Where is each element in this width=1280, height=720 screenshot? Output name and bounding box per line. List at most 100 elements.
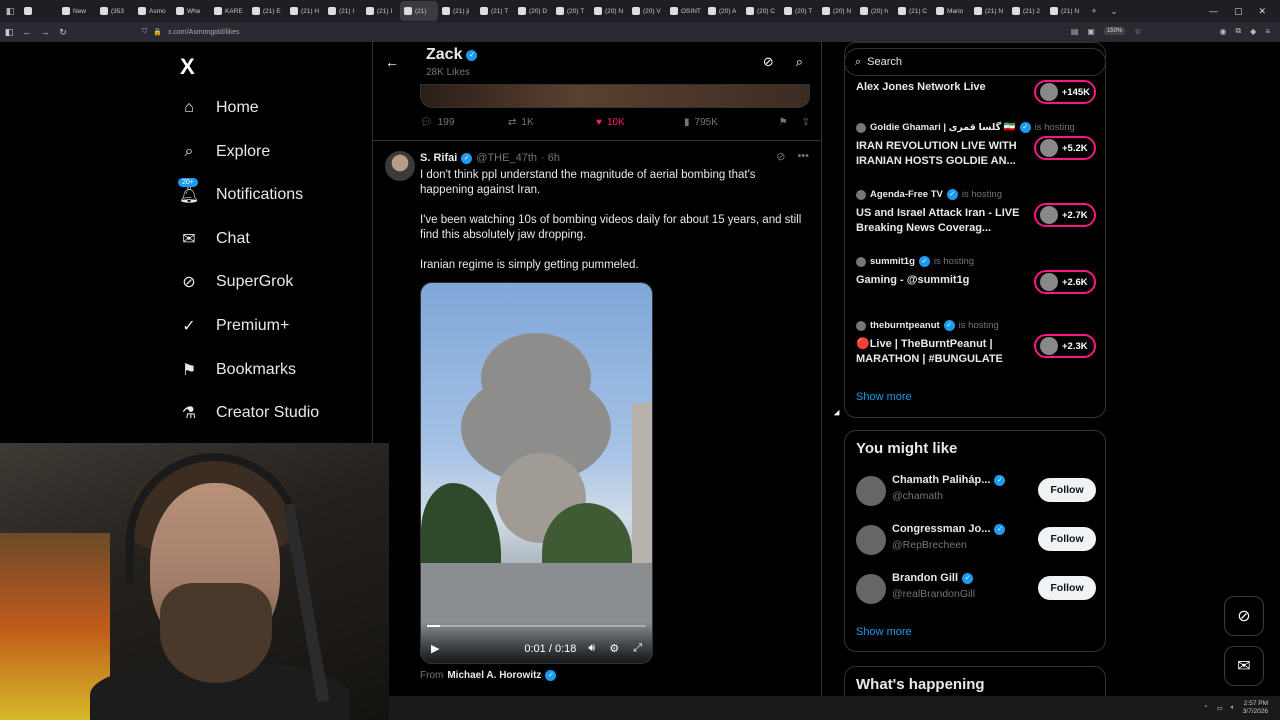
browser-tab[interactable]: (21) T <box>476 1 514 21</box>
volume-icon[interactable]: 🔈︎ <box>1231 704 1235 712</box>
nav-item-explore[interactable]: ⌕ Explore <box>178 134 271 170</box>
tweet-video[interactable]: ▶ 0:01 / 0:18 🔊︎ ⚙ ⤢ <box>420 282 653 664</box>
browser-tab[interactable]: New <box>58 1 96 21</box>
picture-icon[interactable]: ▣ <box>1087 27 1095 36</box>
tab-list-icon[interactable]: ◧ <box>0 6 20 17</box>
bookmark-icon[interactable]: ⚑ <box>779 117 788 128</box>
live-listener-pill[interactable]: +2.6K <box>1034 270 1096 294</box>
like-button[interactable]: ♥ 10K <box>596 117 684 128</box>
browser-tab[interactable]: (21) C <box>894 1 932 21</box>
share-icon[interactable]: ⇪ <box>802 117 810 128</box>
browser-tab[interactable]: (20) h <box>856 1 894 21</box>
avatar[interactable] <box>856 525 886 555</box>
search-input[interactable]: ⌕ Search <box>844 48 1106 76</box>
back-arrow-icon[interactable]: ← <box>385 54 399 70</box>
author-name[interactable]: S. Rifai <box>420 152 457 164</box>
grok-float-button[interactable]: ⊘ <box>1224 596 1264 636</box>
extensions-icon[interactable]: ⧉ <box>1235 26 1241 36</box>
browser-tab[interactable]: (21) N <box>1046 1 1084 21</box>
address-bar[interactable]: ⛉ 🔒 x.com/Asmongold/likes <box>142 28 240 36</box>
browser-tab[interactable]: (21) N <box>970 1 1008 21</box>
follow-button[interactable]: Follow <box>1038 576 1096 600</box>
follow-button[interactable]: Follow <box>1038 478 1096 502</box>
system-clock[interactable]: 2:57 PM 3/7/2026 <box>1243 700 1268 716</box>
volume-icon[interactable]: 🔊︎ <box>588 642 595 655</box>
network-icon[interactable]: ▭ <box>1217 704 1223 712</box>
minimize-icon[interactable]: — <box>1209 6 1218 16</box>
browser-tab[interactable]: (20) C <box>742 1 780 21</box>
follow-suggestion[interactable]: Congressman Jo... ✓ @RepBrecheen Follow <box>856 523 1096 557</box>
tab-dropdown-icon[interactable]: ⌄ <box>1104 6 1124 17</box>
repost-button[interactable]: ⇄ 1K <box>508 117 596 128</box>
account-icon[interactable]: ◉ <box>1219 27 1226 36</box>
browser-tab[interactable]: Whe <box>172 1 210 21</box>
grok-icon[interactable]: ⊘ <box>763 54 774 70</box>
browser-tab[interactable]: (20) D <box>514 1 552 21</box>
show-more-link[interactable]: Show more <box>856 626 912 638</box>
back-icon[interactable]: ← <box>18 27 36 37</box>
browser-tab[interactable]: (21) <box>400 1 438 21</box>
video-progress-bar[interactable] <box>427 625 646 627</box>
browser-tab[interactable]: (353 <box>96 1 134 21</box>
browser-tab[interactable]: (20) N <box>818 1 856 21</box>
follow-suggestion[interactable]: Chamath Paliháp... ✓ @chamath Follow <box>856 474 1096 508</box>
live-item[interactable]: Alex Jones Network Live +145K <box>856 80 1096 104</box>
avatar[interactable] <box>856 574 886 604</box>
live-item[interactable]: theburntpeanut ✓ is hosting 🔴Live | TheBurn… <box>856 320 1096 370</box>
tweet-time[interactable]: · 6h <box>541 152 560 164</box>
source-author[interactable]: Michael A. Horowitz <box>447 670 541 681</box>
star-icon[interactable]: ☆ <box>1134 27 1141 36</box>
more-icon[interactable]: ••• <box>797 150 809 163</box>
x-logo[interactable]: X <box>180 54 195 80</box>
tray-chevron-icon[interactable]: ⌃ <box>1203 704 1208 712</box>
author-handle[interactable]: @THE_47th <box>476 152 537 164</box>
browser-tab[interactable]: (20) T <box>780 1 818 21</box>
browser-tab[interactable]: (21) I <box>324 1 362 21</box>
maximize-icon[interactable]: ▢ <box>1234 6 1243 17</box>
browser-tab[interactable]: (20) A <box>704 1 742 21</box>
reload-icon[interactable]: ↻ <box>54 27 72 38</box>
follow-suggestion[interactable]: Brandon Gill ✓ @realBrandonGill Follow <box>856 572 1096 606</box>
settings-icon[interactable]: ⚙ <box>609 642 619 655</box>
browser-tab[interactable]: Asmo <box>134 1 172 21</box>
live-listener-pill[interactable]: +145K <box>1034 80 1096 104</box>
browser-tab[interactable]: (21) ji <box>438 1 476 21</box>
search-icon[interactable]: ⌕ <box>796 54 803 70</box>
browser-tab[interactable]: Mario <box>932 1 970 21</box>
browser-tab[interactable]: (21) H <box>286 1 324 21</box>
browser-tab[interactable]: (21) I <box>362 1 400 21</box>
url-text[interactable]: x.com/Asmongold/likes <box>168 29 240 36</box>
menu-icon[interactable]: ≡ <box>1265 27 1270 36</box>
previous-tweet-media[interactable] <box>420 84 810 108</box>
nav-item-bookmarks[interactable]: ⚑ Bookmarks <box>178 352 296 388</box>
browser-tab[interactable]: (20) N <box>590 1 628 21</box>
forward-icon[interactable]: → <box>36 27 54 37</box>
nav-item-chat[interactable]: ✉ Chat <box>178 221 250 257</box>
extension-icon[interactable]: ◆ <box>1250 27 1256 36</box>
browser-tab[interactable]: (20) V <box>628 1 666 21</box>
browser-tab[interactable]: (21) 2 <box>1008 1 1046 21</box>
live-item[interactable]: Goldie Ghamari | گلسا قمری 🇮🇷 ✓ is hosting… <box>856 122 1096 172</box>
nav-item-home[interactable]: ⌂ Home <box>178 90 259 126</box>
browser-tab[interactable]: OSINT <box>666 1 704 21</box>
reader-icon[interactable]: ▤ <box>1071 27 1079 36</box>
author-avatar[interactable] <box>385 151 415 181</box>
follow-button[interactable]: Follow <box>1038 527 1096 551</box>
sidebar-toggle-icon[interactable]: ◧ <box>0 27 18 38</box>
reply-button[interactable]: 💬︎ 199 <box>420 117 508 128</box>
nav-item-creator-studio[interactable]: ⚗ Creator Studio <box>178 395 319 431</box>
nav-item-premium[interactable]: ✓ Premium+ <box>178 308 289 344</box>
live-item[interactable]: Agenda-Free TV ✓ is hosting US and Israel A… <box>856 189 1096 239</box>
close-icon[interactable]: ✕ <box>1258 6 1266 17</box>
new-tab-icon[interactable]: + <box>1084 6 1104 16</box>
fullscreen-icon[interactable]: ⤢ <box>633 642 642 655</box>
show-more-link[interactable]: Show more <box>856 391 912 403</box>
nav-item-notifications[interactable]: 🔔︎ 20+ Notifications <box>178 177 303 213</box>
live-listener-pill[interactable]: +2.3K <box>1034 334 1096 358</box>
play-icon[interactable]: ▶ <box>431 642 439 655</box>
avatar[interactable] <box>856 476 886 506</box>
browser-tab[interactable]: KARE <box>210 1 248 21</box>
browser-tab[interactable]: (21) E <box>248 1 286 21</box>
grok-icon[interactable]: ⊘ <box>776 150 785 163</box>
messages-float-button[interactable]: ✉ <box>1224 646 1264 686</box>
